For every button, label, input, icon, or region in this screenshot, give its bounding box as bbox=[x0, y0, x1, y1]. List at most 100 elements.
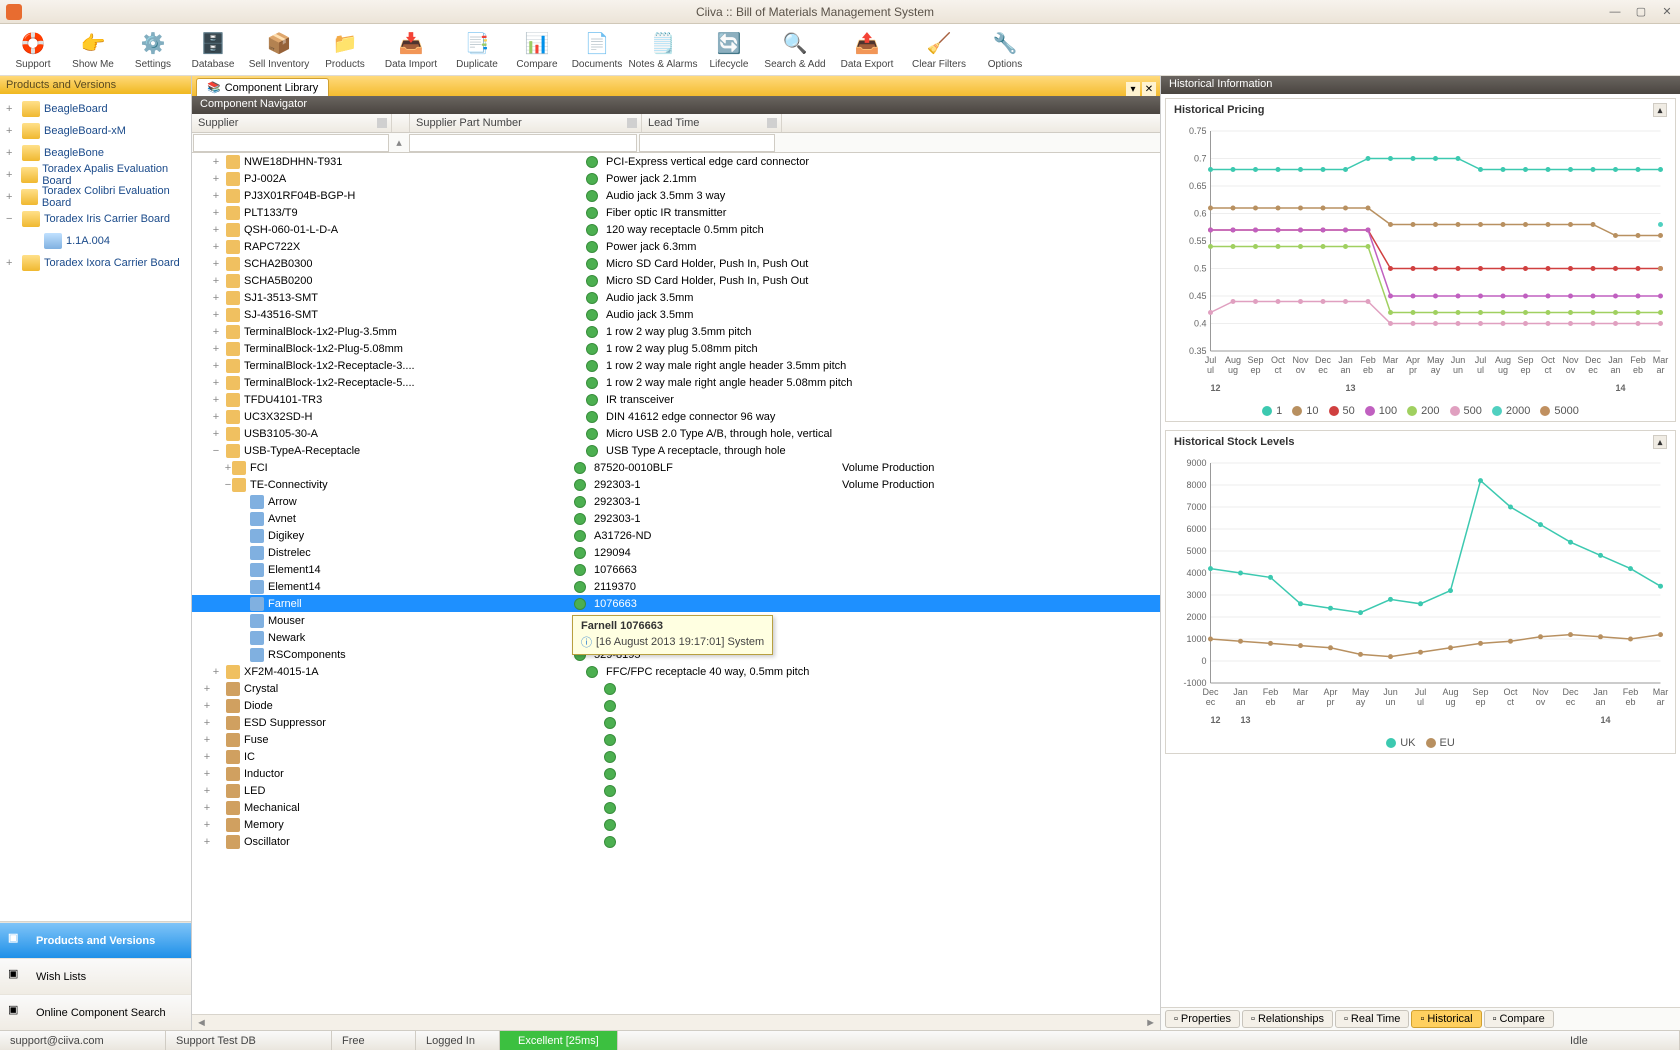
row-expand-icon[interactable]: + bbox=[192, 717, 222, 729]
row-expand-icon[interactable]: + bbox=[192, 190, 222, 202]
table-row[interactable]: DigikeyA31726-ND bbox=[192, 527, 1160, 544]
row-expand-icon[interactable]: + bbox=[192, 683, 222, 695]
table-row[interactable]: Distrelec129094 bbox=[192, 544, 1160, 561]
toolbar-documents[interactable]: 📄Documents bbox=[568, 26, 626, 73]
table-row[interactable]: +USB3105-30-AMicro USB 2.0 Type A/B, thr… bbox=[192, 425, 1160, 442]
row-expand-icon[interactable]: + bbox=[192, 785, 222, 797]
legend-item[interactable]: 1 bbox=[1262, 405, 1282, 417]
expand-icon[interactable]: + bbox=[6, 191, 17, 203]
tab-close-icon[interactable]: ✕ bbox=[1142, 82, 1156, 96]
col-lead-time[interactable]: Lead Time bbox=[642, 114, 782, 132]
toolbar-show-me[interactable]: 👉Show Me bbox=[64, 26, 122, 73]
col-supplier[interactable]: Supplier bbox=[192, 114, 392, 132]
row-expand-icon[interactable]: + bbox=[192, 802, 222, 814]
toolbar-lifecycle[interactable]: 🔄Lifecycle bbox=[700, 26, 758, 73]
tab-properties[interactable]: ▫Properties bbox=[1165, 1010, 1240, 1028]
filter-icon[interactable] bbox=[627, 118, 637, 128]
toolbar-settings[interactable]: ⚙️Settings bbox=[124, 26, 182, 73]
legend-item[interactable]: 50 bbox=[1329, 405, 1355, 417]
table-row[interactable]: +Diode bbox=[192, 697, 1160, 714]
toolbar-duplicate[interactable]: 📑Duplicate bbox=[448, 26, 506, 73]
table-row[interactable]: +PLT133/T9Fiber optic IR transmitter bbox=[192, 204, 1160, 221]
expand-icon[interactable]: − bbox=[6, 213, 18, 225]
table-row[interactable]: +Oscillator bbox=[192, 833, 1160, 850]
legend-item[interactable]: 2000 bbox=[1492, 405, 1530, 417]
row-expand-icon[interactable]: + bbox=[192, 734, 222, 746]
tree-item[interactable]: +BeagleBoard bbox=[0, 98, 191, 120]
expand-icon[interactable]: + bbox=[6, 125, 18, 137]
tab-historical[interactable]: ▫Historical bbox=[1411, 1010, 1481, 1028]
row-expand-icon[interactable]: + bbox=[192, 751, 222, 763]
tree-item-version[interactable]: 1.1A.004 bbox=[0, 230, 191, 252]
filter-supplier-input[interactable] bbox=[193, 134, 389, 152]
table-row[interactable]: +PJ3X01RF04B-BGP-HAudio jack 3.5mm 3 way bbox=[192, 187, 1160, 204]
toolbar-sell-inventory[interactable]: 📦Sell Inventory bbox=[244, 26, 314, 73]
table-row[interactable]: +TerminalBlock-1x2-Receptacle-5....1 row… bbox=[192, 374, 1160, 391]
row-expand-icon[interactable]: + bbox=[192, 360, 222, 372]
expand-icon[interactable]: + bbox=[6, 103, 18, 115]
row-expand-icon[interactable]: + bbox=[192, 173, 222, 185]
row-expand-icon[interactable]: − bbox=[192, 479, 228, 491]
row-expand-icon[interactable]: + bbox=[192, 428, 222, 440]
table-row[interactable]: +FCI87520-0010BLFVolume Production bbox=[192, 459, 1160, 476]
filter-part-input[interactable] bbox=[409, 134, 637, 152]
table-row[interactable]: +Crystal bbox=[192, 680, 1160, 697]
expand-icon[interactable]: + bbox=[6, 257, 18, 269]
table-row[interactable]: +Mechanical bbox=[192, 799, 1160, 816]
table-row[interactable]: +Fuse bbox=[192, 731, 1160, 748]
table-row[interactable]: +QSH-060-01-L-D-A120 way receptacle 0.5m… bbox=[192, 221, 1160, 238]
toolbar-database[interactable]: 🗄️Database bbox=[184, 26, 242, 73]
table-row[interactable]: +ESD Suppressor bbox=[192, 714, 1160, 731]
legend-item[interactable]: 10 bbox=[1292, 405, 1318, 417]
row-expand-icon[interactable]: + bbox=[192, 326, 222, 338]
filter-icon[interactable] bbox=[767, 118, 777, 128]
nav-products-and-versions[interactable]: ▣Products and Versions bbox=[0, 922, 191, 958]
row-expand-icon[interactable]: + bbox=[192, 836, 222, 848]
table-row[interactable]: +RAPC722XPower jack 6.3mm bbox=[192, 238, 1160, 255]
table-row[interactable]: Element141076663 bbox=[192, 561, 1160, 578]
collapse-icon[interactable]: ▴ bbox=[1653, 103, 1667, 117]
legend-item[interactable]: EU bbox=[1426, 737, 1455, 749]
nav-wish-lists[interactable]: ▣Wish Lists bbox=[0, 958, 191, 994]
tab-real-time[interactable]: ▫Real Time bbox=[1335, 1010, 1409, 1028]
row-expand-icon[interactable]: + bbox=[192, 666, 222, 678]
expand-all-icon[interactable]: ▴ bbox=[390, 133, 408, 152]
tab-relationships[interactable]: ▫Relationships bbox=[1242, 1010, 1333, 1028]
tree-item[interactable]: +BeagleBone bbox=[0, 142, 191, 164]
row-expand-icon[interactable]: + bbox=[192, 275, 222, 287]
expand-icon[interactable]: + bbox=[6, 169, 17, 181]
row-expand-icon[interactable]: + bbox=[192, 394, 222, 406]
table-row[interactable]: +LED bbox=[192, 782, 1160, 799]
row-expand-icon[interactable]: + bbox=[192, 343, 222, 355]
row-expand-icon[interactable]: + bbox=[192, 258, 222, 270]
row-expand-icon[interactable]: + bbox=[192, 207, 222, 219]
table-row[interactable]: +TFDU4101-TR3IR transceiver bbox=[192, 391, 1160, 408]
grid-body[interactable]: +NWE18DHHN-T931PCI-Express vertical edge… bbox=[192, 153, 1160, 1014]
tab-component-library[interactable]: 📚 Component Library bbox=[196, 78, 329, 96]
table-row[interactable]: +Memory bbox=[192, 816, 1160, 833]
toolbar-data-import[interactable]: 📥Data Import bbox=[376, 26, 446, 73]
horizontal-scrollbar[interactable]: ◄► bbox=[192, 1014, 1160, 1030]
table-row[interactable]: +TerminalBlock-1x2-Plug-5.08mm1 row 2 wa… bbox=[192, 340, 1160, 357]
tree-item[interactable]: −Toradex Iris Carrier Board bbox=[0, 208, 191, 230]
legend-item[interactable]: 5000 bbox=[1540, 405, 1578, 417]
table-row[interactable]: +TerminalBlock-1x2-Receptacle-3....1 row… bbox=[192, 357, 1160, 374]
table-row[interactable]: +SCHA5B0200Micro SD Card Holder, Push In… bbox=[192, 272, 1160, 289]
row-expand-icon[interactable]: + bbox=[192, 768, 222, 780]
toolbar-notes-alarms[interactable]: 🗒️Notes & Alarms bbox=[628, 26, 698, 73]
toolbar-data-export[interactable]: 📤Data Export bbox=[832, 26, 902, 73]
table-row[interactable]: +UC3X32SD-HDIN 41612 edge connector 96 w… bbox=[192, 408, 1160, 425]
tree-item[interactable]: +Toradex Colibri Evaluation Board bbox=[0, 186, 191, 208]
table-row[interactable]: −TE-Connectivity292303-1Volume Productio… bbox=[192, 476, 1160, 493]
table-row[interactable]: Avnet292303-1 bbox=[192, 510, 1160, 527]
toolbar-compare[interactable]: 📊Compare bbox=[508, 26, 566, 73]
tree-item[interactable]: +BeagleBoard-xM bbox=[0, 120, 191, 142]
toolbar-products[interactable]: 📁Products bbox=[316, 26, 374, 73]
toolbar-support[interactable]: 🛟Support bbox=[4, 26, 62, 73]
table-row[interactable]: Element142119370 bbox=[192, 578, 1160, 595]
maximize-button[interactable]: ▢ bbox=[1628, 3, 1654, 21]
pricing-chart[interactable]: 0.350.40.450.50.550.60.650.70.75JululAug… bbox=[1166, 121, 1675, 401]
table-row[interactable]: +SJ-43516-SMTAudio jack 3.5mm bbox=[192, 306, 1160, 323]
row-expand-icon[interactable]: + bbox=[192, 411, 222, 423]
table-row[interactable]: +XF2M-4015-1AFFC/FPC receptacle 40 way, … bbox=[192, 663, 1160, 680]
